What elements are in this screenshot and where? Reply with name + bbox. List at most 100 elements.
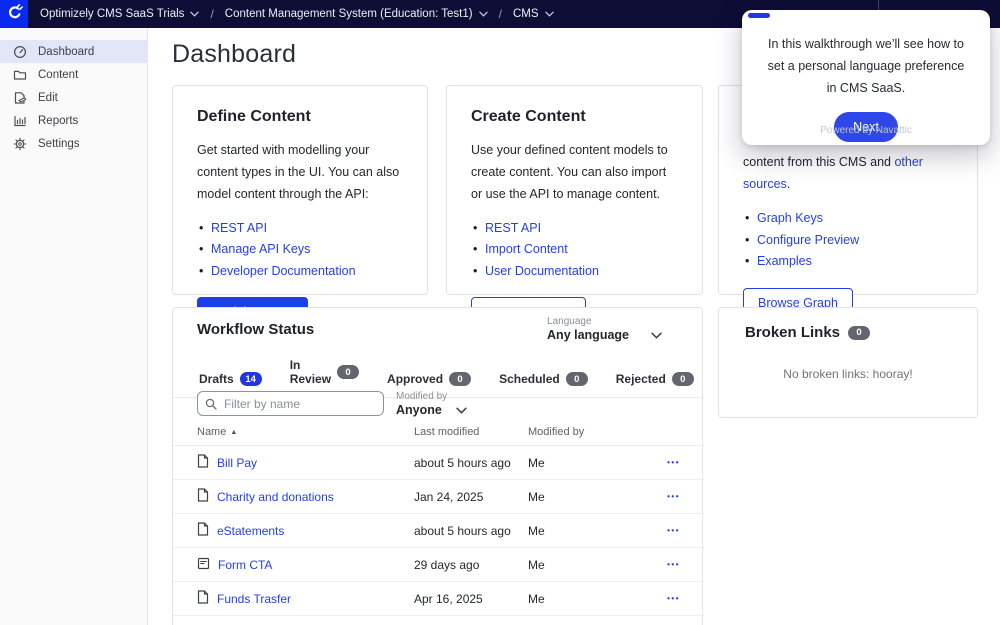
workflow-table: Name ▲ Last modified Modified by Bill Pa… [173,426,704,616]
breadcrumb-item-project[interactable]: Optimizely CMS SaaS Trials [40,8,199,20]
workflow-header: Workflow Status Language Any language [173,308,702,338]
sidebar-item-edit[interactable]: Edit [0,86,147,109]
modified-by-label: Modified by [396,391,467,402]
document-icon [197,454,209,471]
gauge-icon [13,45,27,59]
list-item: Examples [743,250,953,271]
table-row: eStatements about 5 hours ago Me ••• [173,514,704,548]
list-item: Manage API Keys [197,239,403,260]
list-item: User Documentation [471,260,678,281]
content-link[interactable]: Charity and donations [217,490,334,504]
document-icon [197,522,209,539]
card-title: Define Content [197,108,403,126]
gear-icon [13,137,27,151]
tab-count-badge: 0 [672,372,694,386]
configure-preview-link[interactable]: Configure Preview [757,233,859,247]
list-item: Developer Documentation [197,260,403,281]
import-content-link[interactable]: Import Content [485,242,568,256]
last-modified-cell: Jan 24, 2025 [414,490,528,504]
sidebar-item-settings[interactable]: Settings [0,132,147,155]
broken-links-panel: Broken Links 0 No broken links: hooray! [718,307,978,418]
tab-label: Approved [387,372,443,386]
list-item: REST API [471,218,678,239]
modified-by-cell: Me [528,490,638,504]
language-select[interactable]: Language Any language [547,316,662,342]
modified-by-cell: Me [528,558,638,572]
breadcrumb-separator: / [497,7,504,21]
more-actions-button[interactable]: ••• [667,560,680,569]
column-header-name[interactable]: Name ▲ [197,426,414,438]
column-label: Name [197,426,226,438]
chevron-down-icon [545,11,554,17]
chevron-down-icon [190,11,199,17]
manage-api-keys-link[interactable]: Manage API Keys [211,242,310,256]
tab-rejected[interactable]: Rejected 0 [614,368,696,398]
more-actions-button[interactable]: ••• [667,594,680,603]
list-item: Graph Keys [743,208,953,229]
breadcrumb-label: CMS [513,8,539,20]
tab-label: Rejected [616,372,666,386]
card-link-list: REST API Manage API Keys Developer Docum… [197,218,403,282]
language-value: Any language [547,328,629,342]
sidebar-item-dashboard[interactable]: Dashboard [0,40,147,63]
modified-by-cell: Me [528,524,638,538]
breadcrumb-item-instance[interactable]: Content Management System (Education: Te… [225,8,488,20]
content-link[interactable]: Form CTA [218,558,272,572]
column-header-last-modified: Last modified [414,426,528,438]
broken-links-count-badge: 0 [848,326,870,340]
examples-link[interactable]: Examples [757,254,812,268]
modified-by-select[interactable]: Modified by Anyone [396,391,467,417]
content-link[interactable]: Funds Trasfer [217,592,291,606]
modified-by-value: Anyone [396,403,442,417]
filter-by-name-input[interactable] [197,391,384,416]
list-item: REST API [197,218,403,239]
developer-documentation-link[interactable]: Developer Documentation [211,264,356,278]
content-link[interactable]: eStatements [217,524,284,538]
page-title: Dashboard [172,40,296,69]
optimizely-logo[interactable] [0,0,28,28]
rest-api-link[interactable]: REST API [211,221,267,235]
content-link[interactable]: Bill Pay [217,456,257,470]
tab-label: Drafts [199,372,234,386]
tab-count-badge: 14 [240,372,262,386]
more-actions-button[interactable]: ••• [667,458,680,467]
powered-by-navattic-label: Powered by Navattic [742,125,990,136]
breadcrumb-label: Content Management System (Education: Te… [225,8,473,20]
last-modified-cell: Apr 16, 2025 [414,592,528,606]
card-link-list: REST API Import Content User Documentati… [471,218,678,282]
table-row: Bill Pay about 5 hours ago Me ••• [173,446,704,480]
search-icon [205,397,217,415]
sidebar-item-label: Edit [38,92,58,104]
walkthrough-popup: In this walkthrough we’ll see how to set… [742,10,990,145]
column-header-modified-by: Modified by [528,426,638,438]
list-item: Configure Preview [743,229,953,250]
tab-count-badge: 0 [449,372,471,386]
sidebar-item-label: Dashboard [38,46,94,58]
filter-field-wrap [197,391,384,416]
form-icon [197,557,210,573]
chevron-down-icon [456,403,467,417]
table-row: Funds Trasfer Apr 16, 2025 Me ••• [173,582,704,616]
last-modified-cell: about 5 hours ago [414,456,528,470]
card-body-text: content from this CMS and [743,155,894,169]
rest-api-link[interactable]: REST API [485,221,541,235]
breadcrumb-item-app[interactable]: CMS [513,8,554,20]
create-content-card: Create Content Use your defined content … [446,85,703,295]
tab-count-badge: 0 [337,365,359,379]
document-icon [197,590,209,607]
more-actions-button[interactable]: ••• [667,492,680,501]
graph-keys-link[interactable]: Graph Keys [757,211,823,225]
tab-count-badge: 0 [566,372,588,386]
sidebar-item-content[interactable]: Content [0,63,147,86]
tab-scheduled[interactable]: Scheduled 0 [497,368,590,398]
modified-by-cell: Me [528,592,638,606]
more-actions-button[interactable]: ••• [667,526,680,535]
user-documentation-link[interactable]: User Documentation [485,264,599,278]
sidebar-item-label: Content [38,69,78,81]
tab-label: Scheduled [499,372,560,386]
sidebar-item-reports[interactable]: Reports [0,109,147,132]
last-modified-cell: about 5 hours ago [414,524,528,538]
chart-icon [13,114,27,128]
card-body: Use your defined content models to creat… [471,140,678,206]
sort-ascending-icon: ▲ [230,429,237,436]
